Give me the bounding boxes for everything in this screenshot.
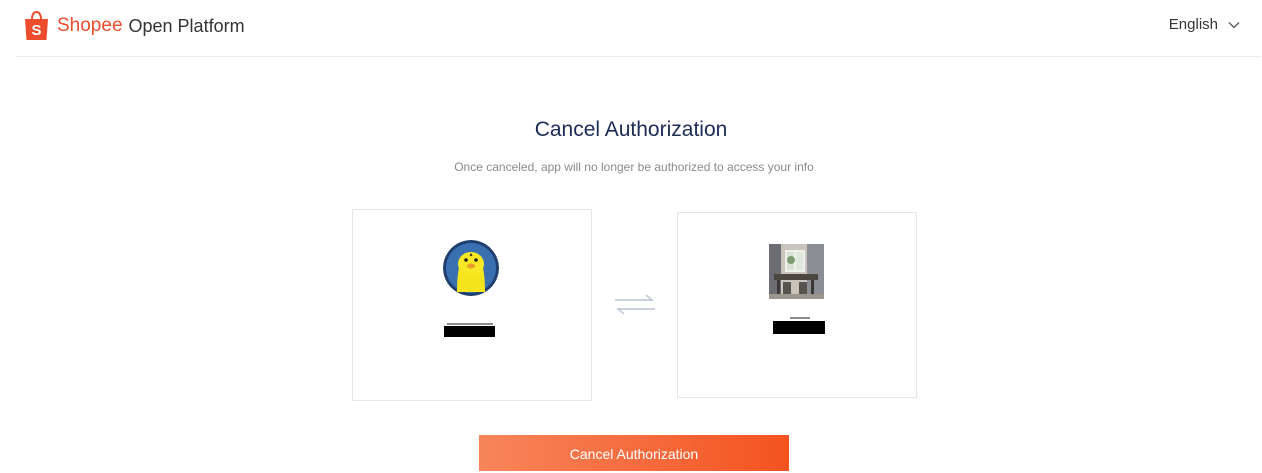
brand-subtitle: Open Platform xyxy=(128,15,245,36)
top-bar: S Shopee Open Platform English xyxy=(0,0,1262,56)
language-label: English xyxy=(1168,16,1218,33)
brand-name: Shopee xyxy=(57,15,123,36)
page-title: Cancel Authorization xyxy=(534,118,728,141)
chevron-down-icon xyxy=(1228,21,1240,28)
shopee-bag-icon: S xyxy=(25,11,48,40)
swap-arrows-icon xyxy=(615,294,655,315)
redaction-edge xyxy=(790,317,810,319)
page-subtitle: Once canceled, app will no longer be aut… xyxy=(454,160,814,174)
user-account-card xyxy=(352,209,592,401)
user-avatar xyxy=(443,240,499,296)
shop-room-image xyxy=(769,244,824,299)
svg-text:S: S xyxy=(31,22,41,39)
brand-logo[interactable]: S Shopee Open Platform xyxy=(24,10,245,42)
shop-thumbnail xyxy=(769,244,824,299)
language-selector[interactable]: English xyxy=(1169,16,1240,33)
redacted-shop-name xyxy=(773,321,825,334)
app-shop-card xyxy=(677,212,917,398)
duck-avatar-image xyxy=(443,240,499,296)
cancel-authorization-button[interactable]: Cancel Authorization xyxy=(479,435,789,471)
redacted-username xyxy=(444,326,495,337)
header-divider xyxy=(16,56,1261,57)
redaction-edge xyxy=(447,323,493,325)
